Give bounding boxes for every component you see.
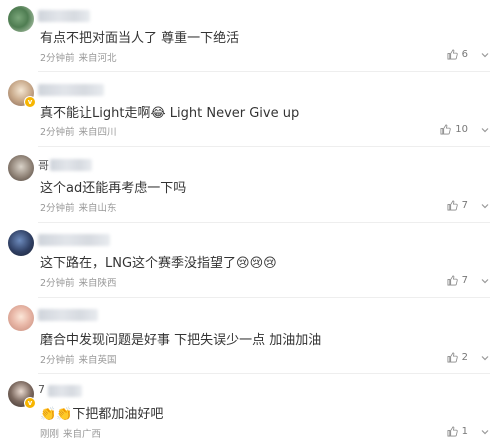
like-count: 10 — [455, 124, 468, 135]
username-first-char[interactable]: 7 — [38, 383, 45, 396]
username-blurred[interactable] — [38, 84, 104, 96]
comment-meta: 2分钟前 来自英国 — [40, 352, 117, 366]
chevron-down-icon[interactable] — [480, 125, 490, 135]
divider — [38, 373, 490, 374]
comment-location: 来自英国 — [78, 355, 117, 366]
verified-badge-icon: v — [24, 397, 36, 409]
comment-meta: 2分钟前 来自四川 — [40, 124, 117, 138]
avatar[interactable] — [8, 230, 34, 256]
comment-meta: 2分钟前 来自陕西 — [40, 275, 117, 289]
comment-location: 来自河北 — [78, 53, 117, 64]
comment-time: 2分钟前 — [40, 53, 75, 64]
comment-meta: 2分钟前 来自河北 — [40, 50, 117, 64]
like-button[interactable]: 7 — [447, 275, 468, 286]
comment-meta: 2分钟前 来自山东 — [40, 200, 117, 214]
comment-time: 2分钟前 — [40, 127, 75, 138]
thumbs-up-icon — [440, 124, 451, 135]
username-first-char[interactable]: 哥 — [38, 157, 49, 173]
comment-location: 来自广西 — [63, 429, 102, 440]
comment-time: 2分钟前 — [40, 203, 75, 214]
comment-location: 来自山东 — [78, 203, 117, 214]
divider — [38, 222, 490, 223]
thumbs-up-icon — [447, 352, 458, 363]
verified-badge-icon: v — [24, 96, 36, 108]
like-button[interactable]: 1 — [447, 426, 468, 437]
comment-time: 刚刚 — [40, 429, 60, 440]
comment-location: 来自陕西 — [78, 278, 117, 289]
chevron-down-icon[interactable] — [480, 50, 490, 60]
like-button[interactable]: 7 — [447, 200, 468, 211]
username-blurred[interactable] — [48, 385, 82, 397]
like-count: 7 — [461, 275, 468, 286]
thumbs-up-icon — [447, 49, 458, 60]
comment-location: 来自四川 — [78, 127, 117, 138]
username-blurred[interactable] — [38, 234, 110, 246]
like-count: 1 — [461, 426, 468, 437]
avatar[interactable] — [8, 6, 34, 32]
username-blurred[interactable] — [38, 10, 90, 22]
chevron-down-icon[interactable] — [480, 201, 490, 211]
like-count: 2 — [461, 352, 468, 363]
chevron-down-icon[interactable] — [480, 427, 490, 437]
comment-time: 2分钟前 — [40, 355, 75, 366]
comment-text: 真不能让Light走啊😂 Light Never Give up — [40, 106, 300, 121]
thumbs-up-icon — [447, 200, 458, 211]
username-blurred[interactable] — [38, 309, 98, 321]
avatar[interactable] — [8, 155, 34, 181]
like-button[interactable]: 2 — [447, 352, 468, 363]
like-count: 6 — [461, 49, 468, 60]
like-button[interactable]: 6 — [447, 49, 468, 60]
thumbs-up-icon — [447, 275, 458, 286]
divider — [38, 297, 490, 298]
comment-text: 磨合中发现问题是好事 下把失误少一点 加油加油 — [40, 333, 322, 348]
comment-time: 2分钟前 — [40, 278, 75, 289]
like-button[interactable]: 10 — [440, 124, 468, 135]
chevron-down-icon[interactable] — [480, 353, 490, 363]
avatar[interactable] — [8, 305, 34, 331]
divider — [38, 71, 490, 72]
like-count: 7 — [461, 200, 468, 211]
comment-text: 这个ad还能再考虑一下吗 — [40, 181, 187, 196]
comment-text: 这下路在，LNG这个赛季没指望了😢😢😢 — [40, 256, 277, 271]
comment-meta: 刚刚 来自广西 — [40, 426, 101, 440]
username-blurred[interactable] — [50, 159, 92, 171]
thumbs-up-icon — [447, 426, 458, 437]
divider — [38, 146, 490, 147]
comment-text: 👏👏下把都加油好吧 — [40, 407, 164, 422]
chevron-down-icon[interactable] — [480, 276, 490, 286]
comment-text: 有点不把对面当人了 尊重一下绝活 — [40, 31, 240, 46]
